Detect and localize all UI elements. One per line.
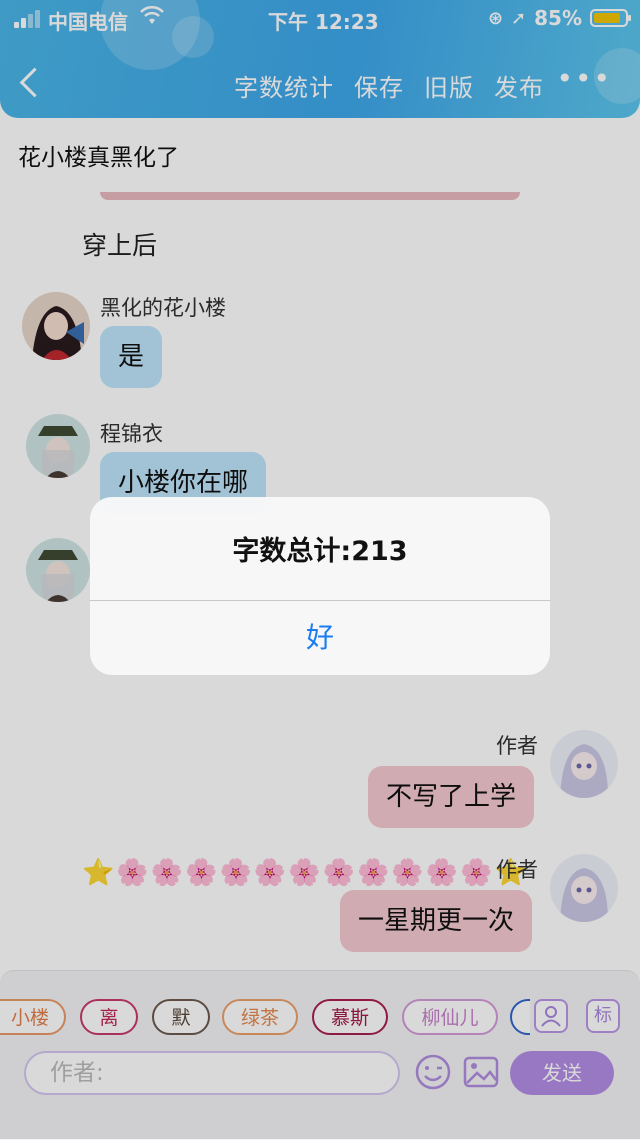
alert-title: 字数总计:213 <box>232 536 408 567</box>
alert-ok-button[interactable]: 好 <box>90 601 550 675</box>
word-count-alert: 字数总计:213 好 <box>90 497 550 675</box>
